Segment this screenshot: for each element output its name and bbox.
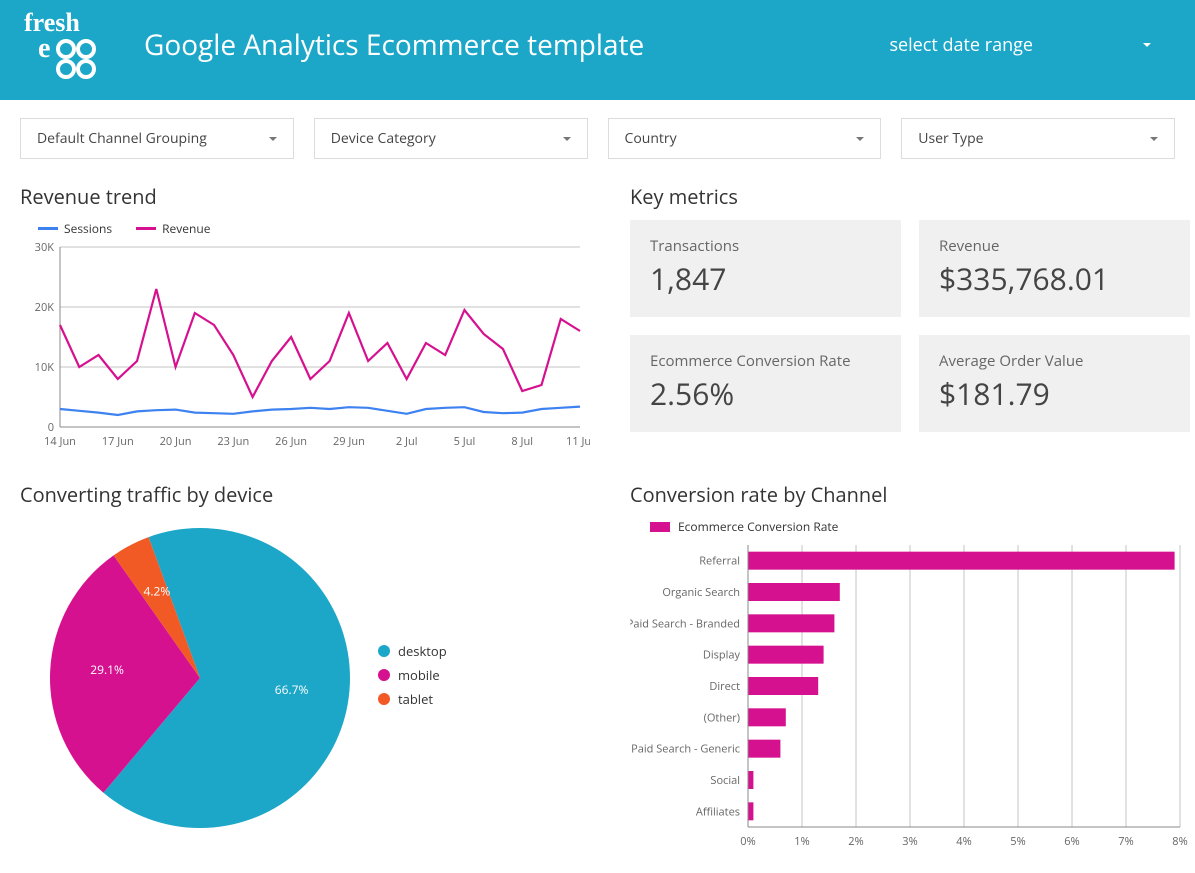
metric-aov: Average Order Value $181.79 bbox=[919, 335, 1190, 432]
svg-text:Display: Display bbox=[703, 648, 741, 663]
revenue-trend-chart: 0 10K 20K 30K 14 Jun 17 Jun 20 Jun 23 Jun 26 Jun… bbox=[20, 241, 590, 451]
metric-label: Average Order Value bbox=[939, 351, 1170, 371]
legend-swatch-mobile bbox=[378, 669, 390, 681]
filter-label: Device Category bbox=[331, 129, 436, 148]
filter-channel-grouping[interactable]: Default Channel Grouping bbox=[20, 118, 294, 159]
legend-swatch-revenue bbox=[136, 227, 156, 230]
filter-label: Default Channel Grouping bbox=[37, 129, 207, 148]
svg-text:5%: 5% bbox=[1010, 834, 1025, 849]
section-title: Revenue trend bbox=[20, 183, 590, 210]
svg-text:e: e bbox=[38, 33, 50, 64]
caret-down-icon bbox=[563, 137, 571, 141]
section-title: Key metrics bbox=[630, 183, 1190, 210]
svg-text:0%: 0% bbox=[740, 834, 755, 849]
svg-text:8 Jul: 8 Jul bbox=[511, 434, 533, 449]
svg-text:5 Jul: 5 Jul bbox=[454, 434, 476, 449]
svg-text:Affiliates: Affiliates bbox=[696, 804, 740, 819]
page-title: Google Analytics Ecommerce template bbox=[144, 26, 889, 64]
filter-bar: Default Channel Grouping Device Category… bbox=[0, 100, 1195, 159]
caret-down-icon bbox=[269, 137, 277, 141]
svg-text:4%: 4% bbox=[956, 834, 971, 849]
svg-text:Direct: Direct bbox=[709, 679, 740, 694]
svg-text:23 Jun: 23 Jun bbox=[217, 434, 249, 449]
caret-down-icon bbox=[1150, 137, 1158, 141]
svg-text:Referral: Referral bbox=[699, 554, 740, 569]
metric-revenue: Revenue $335,768.01 bbox=[919, 220, 1190, 317]
metric-value: $181.79 bbox=[939, 373, 1170, 414]
filter-country[interactable]: Country bbox=[608, 118, 882, 159]
legend-label: tablet bbox=[398, 690, 433, 708]
channel-bar-chart: 0% 1% 2% 3% 4% 5% 6% 7% 8% Referral Organic Search… bbox=[630, 541, 1190, 851]
metric-value: 1,847 bbox=[650, 258, 881, 299]
legend-swatch-desktop bbox=[378, 645, 390, 657]
legend-swatch-tablet bbox=[378, 693, 390, 705]
date-range-label: select date range bbox=[889, 33, 1033, 57]
brand-logo: fresh e bbox=[24, 5, 114, 85]
filter-user-type[interactable]: User Type bbox=[901, 118, 1175, 159]
svg-text:Organic Search: Organic Search bbox=[662, 585, 740, 600]
svg-text:29 Jun: 29 Jun bbox=[333, 434, 365, 449]
legend-swatch-sessions bbox=[38, 227, 58, 230]
converting-traffic-panel: Converting traffic by device 66.7% 29.1% 4… bbox=[20, 481, 590, 851]
filter-label: Country bbox=[625, 129, 677, 148]
device-pie-chart: 66.7% 29.1% 4.2% bbox=[20, 518, 360, 838]
section-title: Converting traffic by device bbox=[20, 481, 590, 508]
conversion-channel-panel: Conversion rate by Channel Ecommerce Con… bbox=[630, 481, 1190, 851]
key-metrics-panel: Key metrics Transactions 1,847 Revenue $… bbox=[630, 183, 1190, 451]
svg-text:Social: Social bbox=[710, 773, 740, 788]
legend-label: desktop bbox=[398, 642, 447, 660]
line-chart-legend: Sessions Revenue bbox=[38, 220, 590, 237]
metric-label: Transactions bbox=[650, 236, 881, 256]
svg-text:26 Jun: 26 Jun bbox=[275, 434, 307, 449]
svg-text:2 Jul: 2 Jul bbox=[396, 434, 418, 449]
main-grid: Revenue trend Sessions Revenue 0 10K 20K 30… bbox=[0, 159, 1195, 871]
svg-text:Paid Search - Generic: Paid Search - Generic bbox=[631, 742, 740, 757]
svg-text:30K: 30K bbox=[35, 241, 55, 255]
bar-legend: Ecommerce Conversion Rate bbox=[650, 518, 1190, 535]
metric-label: Revenue bbox=[939, 236, 1170, 256]
date-range-select[interactable]: select date range bbox=[889, 33, 1171, 57]
svg-text:11 Jul: 11 Jul bbox=[566, 434, 590, 449]
svg-text:20 Jun: 20 Jun bbox=[160, 434, 192, 449]
legend-label: Revenue bbox=[162, 220, 210, 237]
metric-conversion-rate: Ecommerce Conversion Rate 2.56% bbox=[630, 335, 901, 432]
svg-text:10K: 10K bbox=[35, 360, 55, 375]
metric-label: Ecommerce Conversion Rate bbox=[650, 351, 881, 371]
caret-down-icon bbox=[856, 137, 864, 141]
svg-text:0: 0 bbox=[48, 420, 54, 435]
svg-text:20K: 20K bbox=[35, 300, 55, 315]
svg-text:29.1%: 29.1% bbox=[90, 661, 124, 678]
svg-text:8%: 8% bbox=[1172, 834, 1187, 849]
svg-text:2%: 2% bbox=[848, 834, 863, 849]
legend-swatch-bar bbox=[650, 522, 670, 532]
svg-text:1%: 1% bbox=[794, 834, 809, 849]
legend-label: Ecommerce Conversion Rate bbox=[678, 518, 838, 535]
svg-text:Paid Search - Branded: Paid Search - Branded bbox=[630, 616, 740, 631]
svg-text:7%: 7% bbox=[1118, 834, 1133, 849]
svg-text:fresh: fresh bbox=[24, 8, 80, 37]
legend-label: Sessions bbox=[64, 220, 112, 237]
svg-text:17 Jun: 17 Jun bbox=[102, 434, 134, 449]
svg-text:(Other): (Other) bbox=[704, 710, 740, 725]
svg-text:66.7%: 66.7% bbox=[275, 681, 309, 698]
filter-label: User Type bbox=[918, 129, 983, 148]
revenue-trend-panel: Revenue trend Sessions Revenue 0 10K 20K 30… bbox=[20, 183, 590, 451]
svg-text:4.2%: 4.2% bbox=[143, 583, 170, 600]
pie-legend: desktop mobile tablet bbox=[378, 642, 447, 714]
svg-text:14 Jun: 14 Jun bbox=[44, 434, 76, 449]
metric-value: $335,768.01 bbox=[939, 258, 1170, 299]
filter-device-category[interactable]: Device Category bbox=[314, 118, 588, 159]
metric-value: 2.56% bbox=[650, 373, 881, 414]
header: fresh e Google Analytics Ecommerce templ… bbox=[0, 0, 1195, 100]
svg-text:6%: 6% bbox=[1064, 834, 1079, 849]
section-title: Conversion rate by Channel bbox=[630, 481, 1190, 508]
caret-down-icon bbox=[1143, 43, 1151, 47]
svg-text:3%: 3% bbox=[902, 834, 917, 849]
metric-transactions: Transactions 1,847 bbox=[630, 220, 901, 317]
legend-label: mobile bbox=[398, 666, 440, 684]
